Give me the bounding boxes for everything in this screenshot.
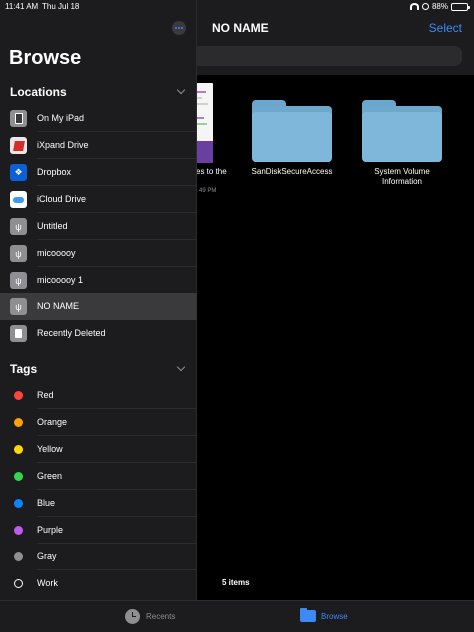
tag-item-orange[interactable]: Orange [0, 409, 197, 436]
wifi-icon [409, 3, 419, 10]
chevron-down-icon[interactable] [176, 85, 186, 95]
folder-icon[interactable] [252, 100, 332, 162]
tab-label: Browse [321, 611, 348, 621]
file-date: 49 PM [199, 188, 217, 194]
dropbox-icon: ❖ [10, 164, 27, 181]
clock-icon [125, 609, 140, 624]
sidebar-item-micooooy-1[interactable]: ψ micooooy 1 [0, 267, 197, 294]
status-bar: 11:41 AM Thu Jul 18 88% [0, 0, 474, 14]
sidebar-item-micooooy[interactable]: ψ micooooy [0, 240, 197, 267]
tab-recents[interactable]: Recents [125, 609, 175, 624]
tag-item-gray[interactable]: Gray [0, 543, 197, 570]
folder-icon [300, 608, 316, 622]
tag-label: Red [37, 390, 54, 400]
chevron-down-icon[interactable] [176, 362, 186, 372]
tag-item-blue[interactable]: Blue [0, 490, 197, 517]
sidebar-title: Browse [9, 47, 82, 69]
tag-label: Gray [37, 551, 57, 561]
tag-label: Work [37, 578, 58, 588]
folder-name: System Volume Information [374, 167, 430, 186]
folder-icon[interactable] [362, 100, 442, 162]
sidebar-item-label: Dropbox [37, 167, 72, 177]
sidebar-item-untitled[interactable]: ψ Untitled [0, 213, 197, 240]
more-options-icon[interactable] [172, 21, 186, 35]
ixpand-icon [10, 137, 27, 154]
folder-name: SanDiskSecureAccess [251, 167, 333, 176]
status-date: Thu Jul 18 [42, 2, 80, 11]
sidebar-item-ixpand-drive[interactable]: iXpand Drive [0, 132, 197, 159]
tab-browse[interactable]: Browse [300, 608, 348, 622]
battery-percent: 88% [431, 2, 448, 11]
sidebar-item-label: On My iPad [37, 113, 85, 123]
tag-label: Blue [37, 498, 56, 508]
page-title: NO NAME [212, 21, 269, 35]
tag-label: Green [37, 471, 63, 481]
trash-icon [10, 325, 27, 342]
sidebar-item-dropbox[interactable]: ❖ Dropbox [0, 159, 197, 186]
tag-item-yellow[interactable]: Yellow [0, 436, 197, 463]
search-input[interactable] [190, 46, 462, 66]
tag-dot-icon [14, 579, 23, 588]
sidebar-item-icloud-drive[interactable]: iCloud Drive [0, 186, 197, 213]
sidebar-item-label: iXpand Drive [37, 140, 89, 150]
tag-item-purple[interactable]: Purple [0, 517, 197, 544]
sidebar-item-label: micooooy 1 [37, 275, 84, 285]
locations-header[interactable]: Locations [10, 85, 67, 99]
orientation-lock-icon [421, 3, 429, 10]
sidebar-item-on-my-ipad[interactable]: On My iPad [0, 105, 197, 132]
tag-dot-icon [14, 391, 23, 400]
icloud-icon [10, 191, 27, 208]
tab-label: Recents [146, 612, 176, 621]
usb-icon: ψ [10, 272, 27, 289]
tag-dot-icon [14, 445, 23, 454]
file-name: es to the [196, 167, 227, 176]
tag-item-work[interactable]: Work [0, 570, 197, 597]
tag-label: Purple [37, 525, 64, 535]
tab-bar: Recents Browse [0, 600, 474, 632]
sidebar-item-label: Recently Deleted [37, 328, 106, 338]
sidebar-item-recently-deleted[interactable]: Recently Deleted [0, 320, 197, 347]
usb-icon: ψ [10, 245, 27, 262]
sidebar-item-label: Untitled [37, 221, 68, 231]
tag-dot-icon [14, 552, 23, 561]
tag-dot-icon [14, 526, 23, 535]
tag-item-red[interactable]: Red [0, 382, 197, 409]
ipad-icon [10, 110, 27, 127]
tag-label: Yellow [37, 444, 63, 454]
tags-header[interactable]: Tags [10, 362, 37, 376]
tag-item-green[interactable]: Green [0, 463, 197, 490]
tag-dot-icon [14, 499, 23, 508]
sidebar-item-label: micooooy [37, 248, 76, 258]
tag-dot-icon [14, 472, 23, 481]
usb-icon: ψ [10, 218, 27, 235]
sidebar-item-label: iCloud Drive [37, 194, 87, 204]
sidebar-item-label: NO NAME [37, 301, 80, 311]
items-count: 5 items [222, 578, 250, 587]
usb-icon: ψ [10, 298, 27, 315]
select-button[interactable]: Select [429, 21, 462, 35]
battery-icon [451, 2, 470, 11]
sidebar: Browse Locations On My iPad iXpand Drive… [0, 0, 197, 600]
sidebar-item-no-name[interactable]: ψ NO NAME [0, 293, 197, 320]
tag-label: Orange [37, 417, 68, 427]
tag-dot-icon [14, 418, 23, 427]
status-time: 11:41 AM [5, 2, 39, 11]
